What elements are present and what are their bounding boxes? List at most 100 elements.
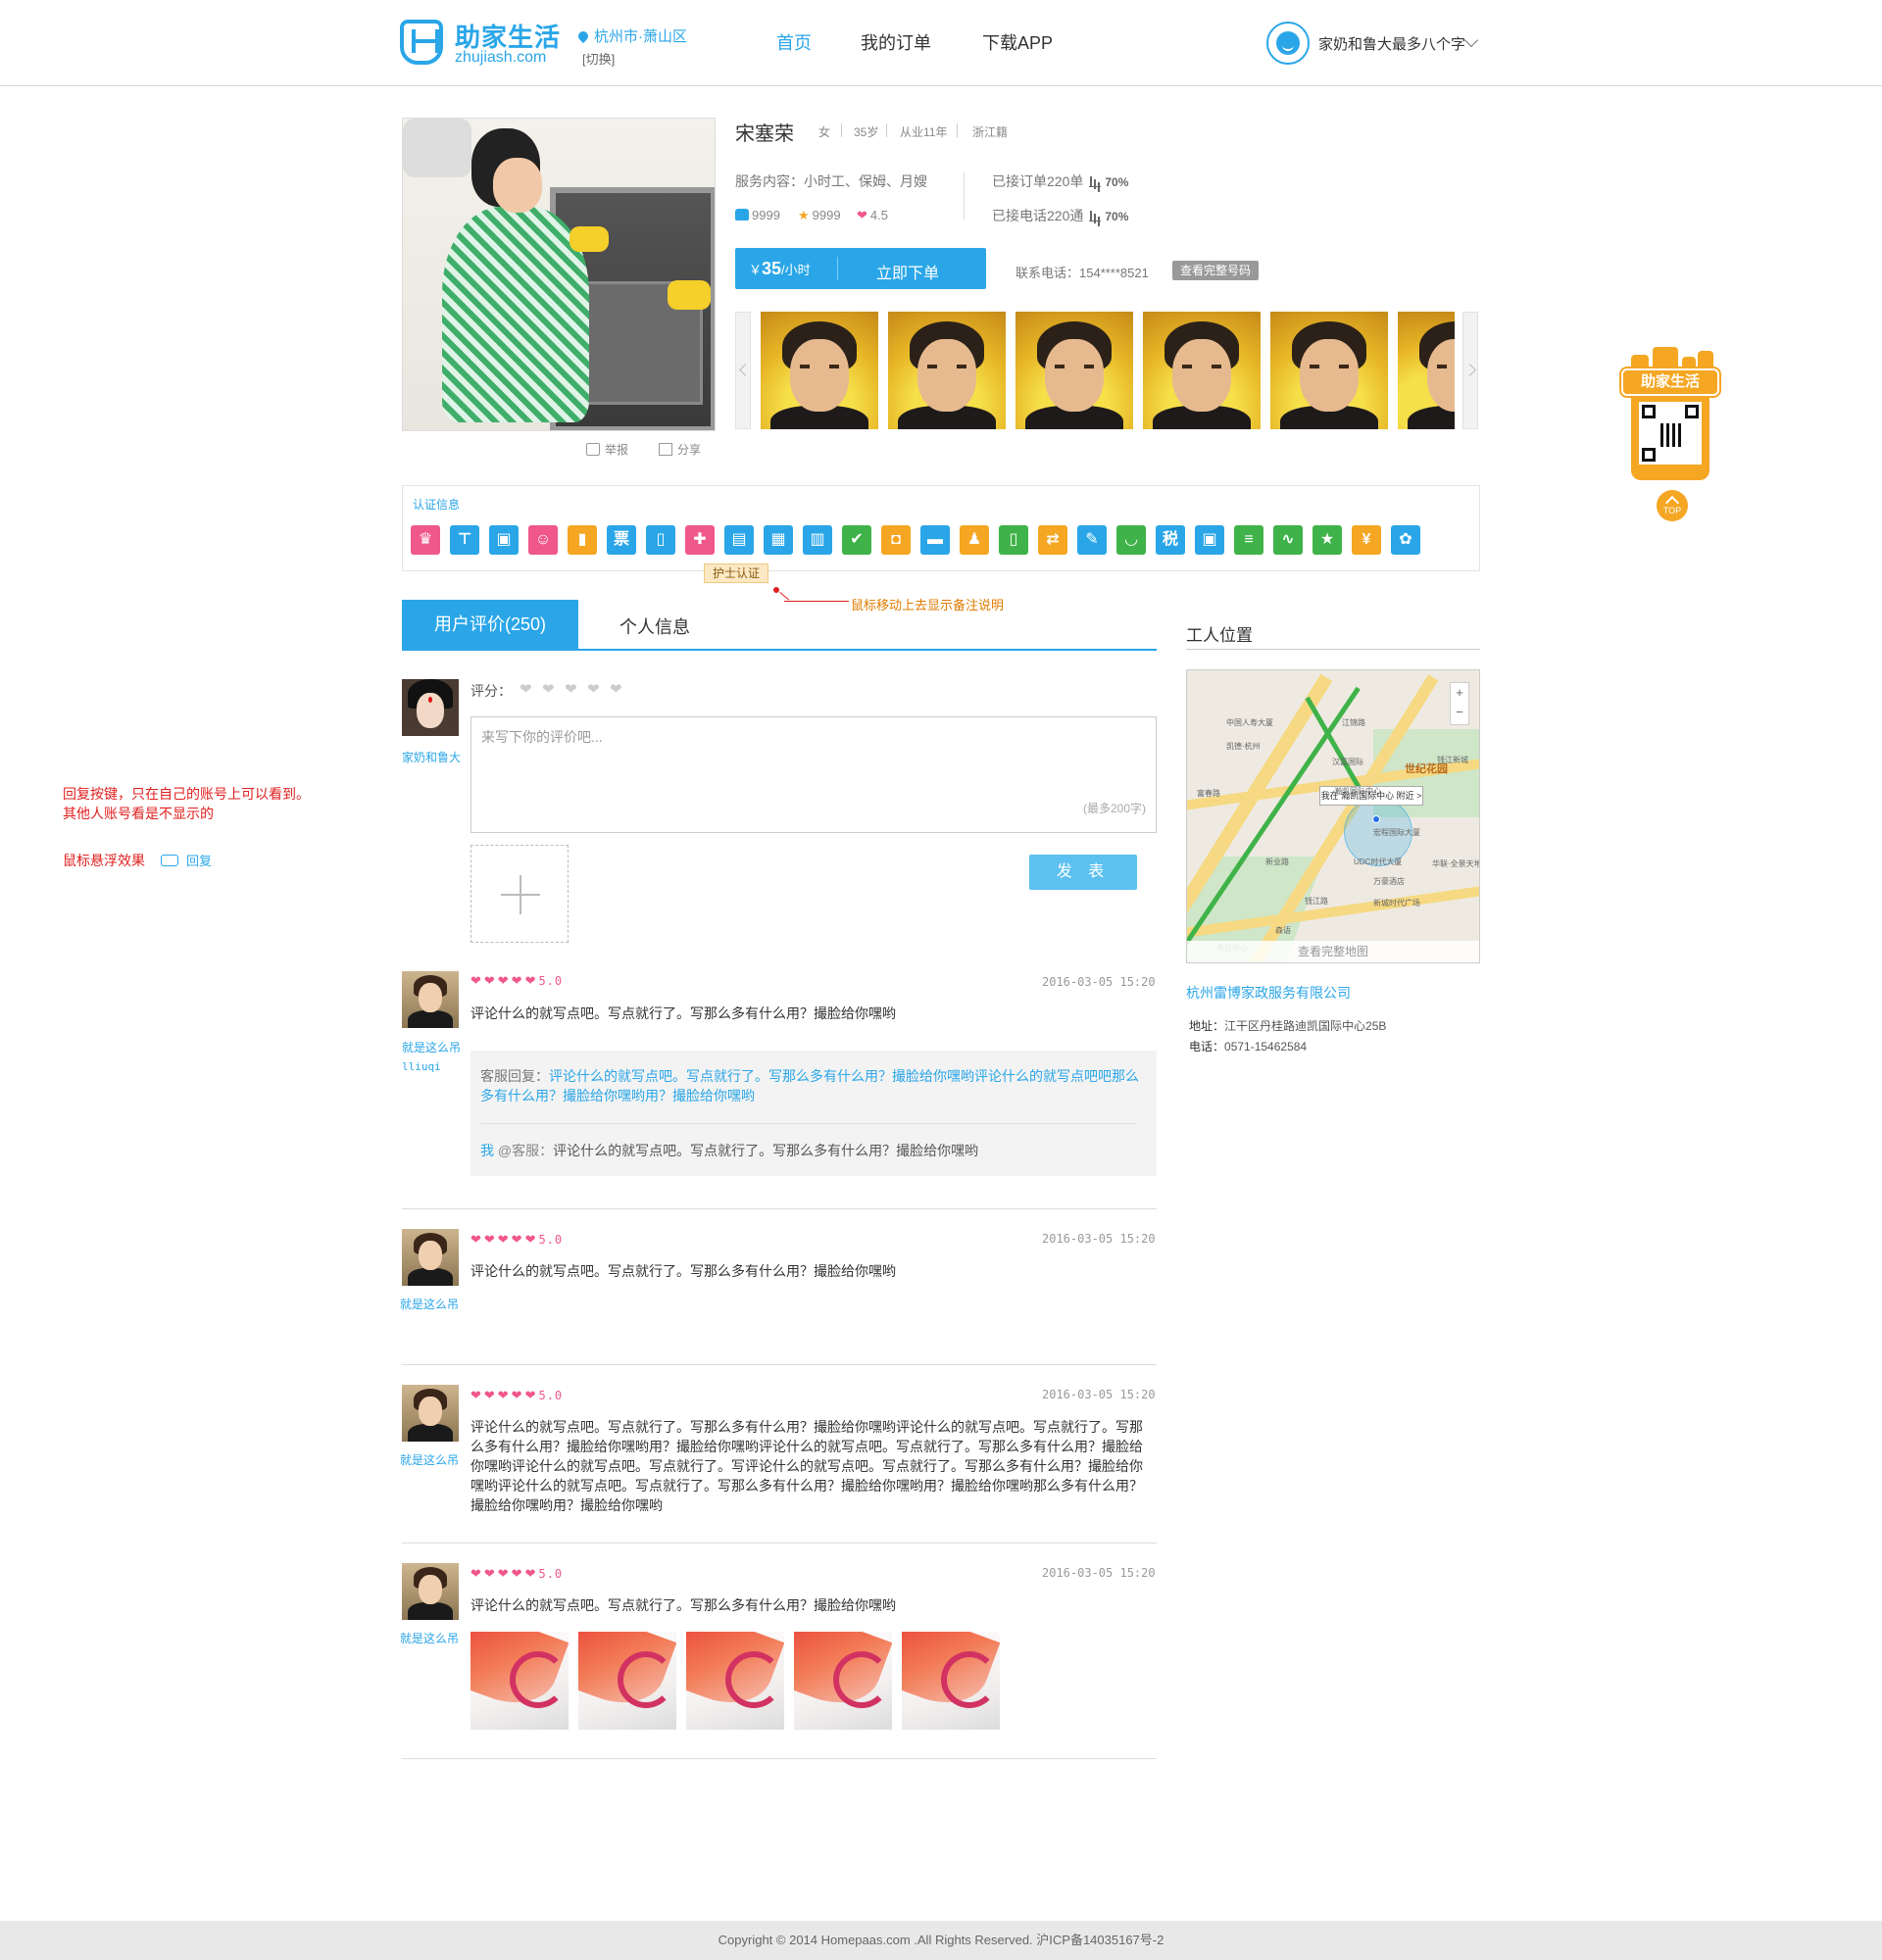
lock-icon[interactable]: ▣ [1195, 525, 1224, 555]
site-logo[interactable]: 助家生活 zhujiash.com [400, 18, 560, 69]
tab-personal-info[interactable]: 个人信息 [619, 613, 690, 639]
cup-icon[interactable]: ▯ [999, 525, 1028, 555]
settings-icon[interactable]: ✿ [1391, 525, 1420, 555]
back-to-top-button[interactable]: TOP [1657, 490, 1688, 521]
my-reply-content: 评论什么的就写点吧。写点就行了。写那么多有什么用？撮脸给你嘿哟 [553, 1143, 979, 1158]
city-switch-link[interactable]: [切换] [582, 49, 615, 68]
reply-divider [480, 1123, 1137, 1124]
tax-icon[interactable]: 税 [1156, 525, 1185, 555]
briefcase-icon[interactable]: ▬ [920, 525, 950, 555]
gallery-thumb[interactable] [1270, 312, 1388, 429]
share-label: 分享 [677, 443, 702, 457]
medical-icon[interactable]: ✚ [685, 525, 715, 555]
gallery-thumb[interactable] [761, 312, 878, 429]
nurse-icon[interactable]: ♛ [411, 525, 440, 555]
box-icon[interactable]: ◘ [881, 525, 911, 555]
rating-score: ❤ 4.5 [857, 208, 888, 223]
nav-my-orders[interactable]: 我的订单 [861, 29, 931, 55]
review-image[interactable] [470, 1632, 569, 1730]
money-icon[interactable]: ¥ [1352, 525, 1381, 555]
rating-heart-5[interactable]: ❤ [610, 680, 622, 698]
license-icon[interactable]: ▦ [764, 525, 793, 555]
map-place-label: 森语 [1275, 926, 1291, 935]
wrench-icon[interactable]: ✎ [1077, 525, 1107, 555]
gallery-thumb[interactable] [1015, 312, 1133, 429]
location-map[interactable]: 我在 瀚凯国际中心 附近 > 世纪花园 + − 中国人寿大厦 江锦路 凯德·杭州 汉嘉国… [1186, 669, 1480, 963]
share-link[interactable]: 分享 [659, 441, 701, 458]
worker-gender: 女 [818, 125, 831, 139]
rating-heart-1[interactable]: ❤ [520, 680, 532, 698]
cert-title: 认证信息 [413, 498, 461, 512]
user-badge-icon[interactable]: ♟ [960, 525, 989, 555]
bar-chart-icon [1089, 176, 1102, 187]
order-now-button[interactable]: ￥35/小时 立即下单 [735, 248, 986, 289]
map-place-label: 宏程国际大厦 [1373, 828, 1420, 837]
review-separator [402, 1364, 1157, 1365]
gallery-next-arrow[interactable] [1462, 312, 1478, 429]
gallery-thumb[interactable] [1143, 312, 1261, 429]
worker-photo [402, 118, 716, 431]
worker-figure [432, 128, 599, 422]
contact-phone: 联系电话：154****8521 [1015, 266, 1149, 280]
reply-content: 评论什么的就写点吧。写点就行了。写那么多有什么用？撮脸给你嘿哟评论什么的就写点吧… [480, 1068, 1139, 1103]
phone-icon[interactable]: ▯ [646, 525, 675, 555]
id-card-icon[interactable]: ▣ [489, 525, 519, 555]
nav-download-app[interactable]: 下载APP [982, 29, 1053, 55]
chart-icon[interactable]: ∿ [1273, 525, 1303, 555]
view-full-map-link[interactable]: 查看完整地图 [1187, 941, 1479, 962]
review-image[interactable] [686, 1632, 784, 1730]
rating-heart-4[interactable]: ❤ [587, 680, 600, 698]
review-image[interactable] [578, 1632, 676, 1730]
ticket-icon[interactable]: 票 [607, 525, 636, 555]
map-place-label: 万豪酒店 [1373, 877, 1405, 886]
review-text: 评论什么的就写点吧。写点就行了。写那么多有什么用？撮脸给你嘿哟评论什么的就写点吧… [470, 1419, 1143, 1513]
review-score: 5.0 [538, 1233, 564, 1247]
reply-label: 客服回复： [480, 1068, 549, 1084]
review-hearts: ❤❤❤❤❤5.0 [470, 1388, 564, 1402]
upload-image-button[interactable] [470, 845, 569, 943]
review-image[interactable] [794, 1632, 892, 1730]
view-full-number-button[interactable]: 查看完整号码 [1172, 261, 1259, 280]
order-now-label: 立即下单 [876, 266, 940, 282]
bucket-icon[interactable]: ◡ [1116, 525, 1146, 555]
city-selector[interactable]: 杭州市·萧山区 [575, 25, 687, 46]
service-reply: 客服回复：评论什么的就写点吧。写点就行了。写那么多有什么用？撮脸给你嘿哟评论什么… [480, 1066, 1147, 1105]
bottle-icon[interactable]: ▮ [568, 525, 597, 555]
transfer-icon[interactable]: ⇄ [1038, 525, 1067, 555]
certificate-icon[interactable]: ▤ [724, 525, 754, 555]
chevron-down-icon[interactable] [1463, 32, 1479, 48]
baby-icon[interactable]: ☺ [528, 525, 558, 555]
map-place-label: 钱江新城 [1437, 756, 1468, 764]
nav-home[interactable]: 首页 [776, 29, 812, 55]
qr-brand: 助家生活 [1621, 368, 1719, 396]
org-icon[interactable]: ⊤ [450, 525, 479, 555]
gallery-prev-arrow[interactable] [735, 312, 751, 429]
app-qr-widget[interactable]: 助家生活 [1615, 343, 1725, 480]
map-zoom-control[interactable]: + − [1450, 682, 1469, 725]
tab-user-reviews[interactable]: 用户评价(250) [402, 600, 578, 649]
star-badge-icon[interactable]: ★ [1312, 525, 1342, 555]
rating-heart-2[interactable]: ❤ [542, 680, 555, 698]
worker-age: 35岁 [854, 125, 879, 139]
user-name[interactable]: 家奶和鲁大最多八个字 [1318, 33, 1465, 54]
publish-button[interactable]: 发 表 [1029, 855, 1137, 890]
company-name[interactable]: 杭州雷博家政服务有限公司 [1186, 983, 1351, 1003]
doc-icon[interactable]: ≡ [1234, 525, 1263, 555]
review-hearts: ❤❤❤❤❤5.0 [470, 973, 564, 988]
reply-button[interactable]: 回复 [161, 851, 212, 869]
review-image[interactable] [902, 1632, 1000, 1730]
annotation-line [779, 592, 790, 601]
review-textarea[interactable]: 来写下你的评价吧... (最多200字) [470, 716, 1157, 833]
card-icon[interactable]: ▥ [803, 525, 832, 555]
annotation-note: 鼠标移动上去显示备注说明 [851, 598, 1005, 612]
rating-heart-3[interactable]: ❤ [565, 680, 577, 698]
gallery-thumb[interactable] [1398, 312, 1455, 429]
gallery-thumb[interactable] [888, 312, 1006, 429]
user-avatar[interactable] [1266, 22, 1310, 65]
review-hearts: ❤❤❤❤❤5.0 [470, 1566, 564, 1581]
report-link[interactable]: 举报 [586, 441, 628, 458]
orders-stat: 已接订单220单 70% [992, 172, 1128, 191]
stats-divider [964, 172, 965, 220]
top-header: 助家生活 zhujiash.com 杭州市·萧山区 [切换] 首页 我的订单 下… [0, 0, 1882, 86]
person-check-icon[interactable]: ✔ [842, 525, 871, 555]
